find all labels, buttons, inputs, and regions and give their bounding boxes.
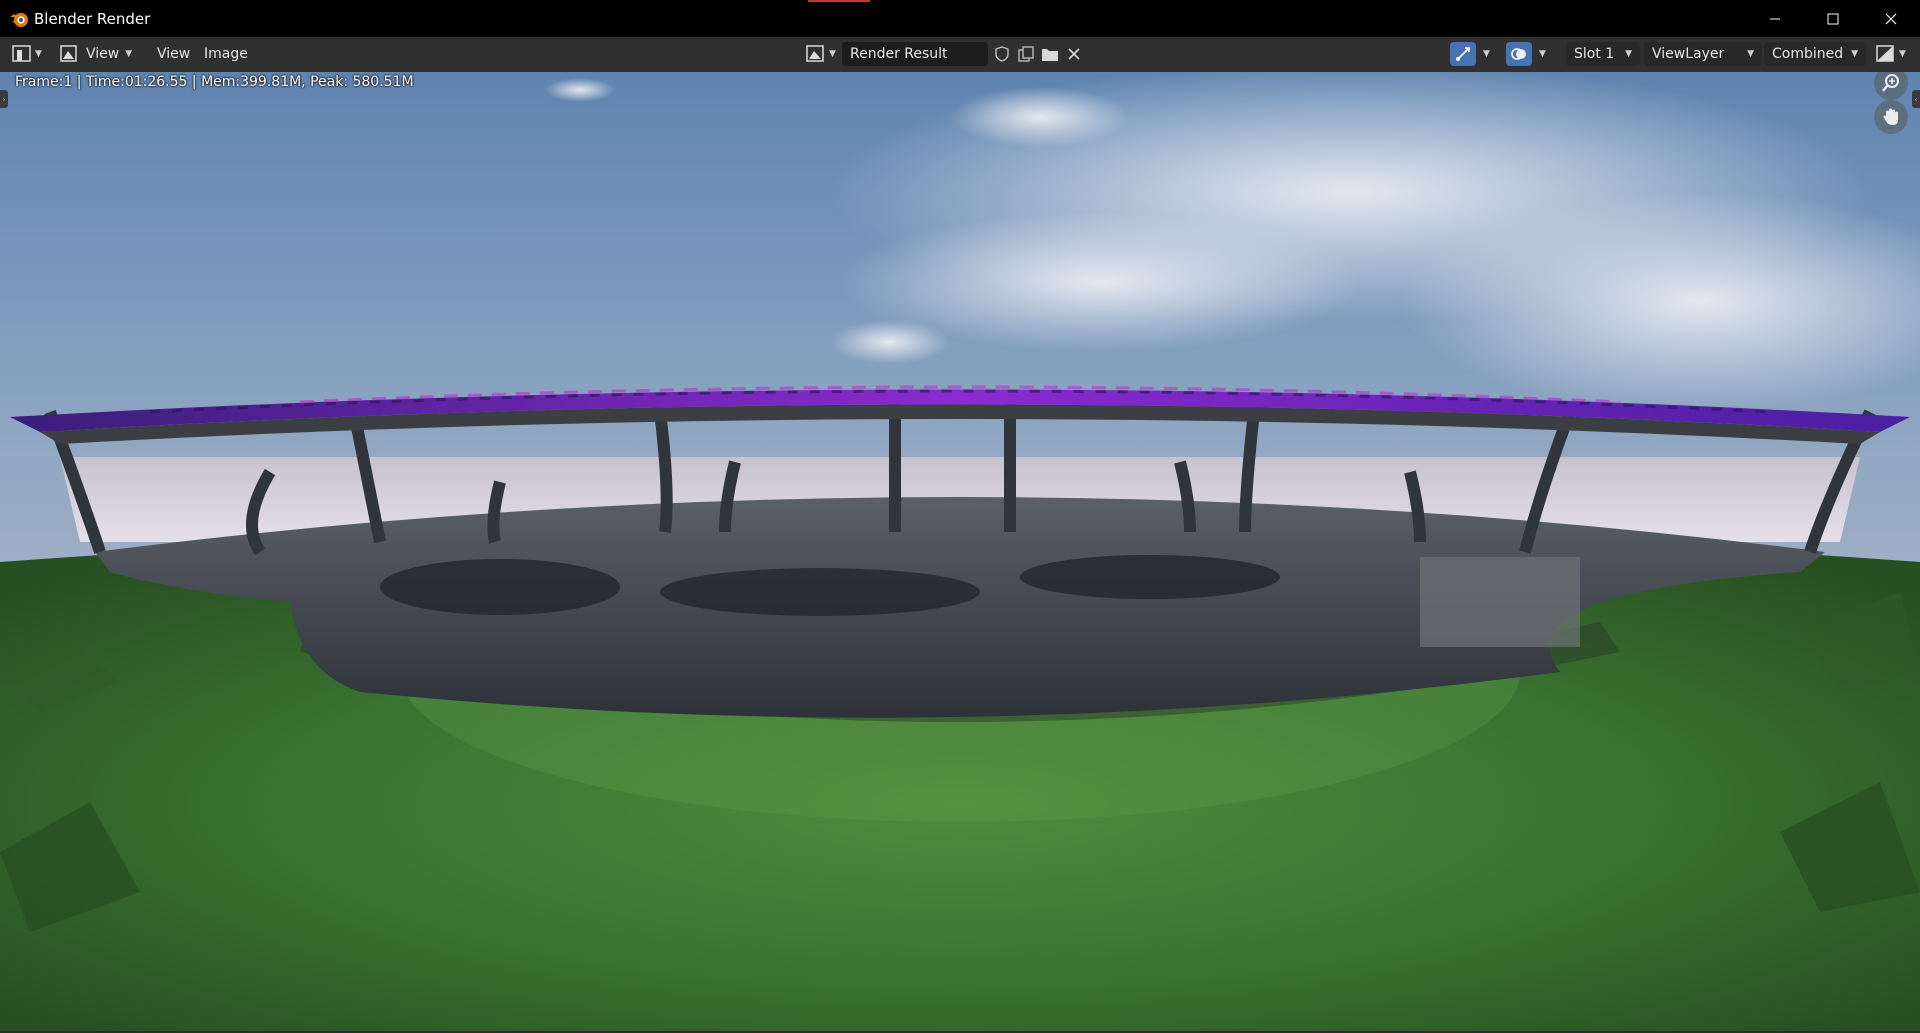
image-editor-icon [12, 45, 31, 62]
menu-view-label: View [157, 46, 191, 62]
slot-dropdown[interactable]: Slot 1 ▼ [1566, 42, 1640, 66]
chevron-down-icon: ▼ [1625, 49, 1632, 59]
chevron-down-icon: ▼ [35, 49, 42, 59]
fake-user-button[interactable] [990, 42, 1014, 66]
gizmo-toggle-button[interactable] [1450, 42, 1476, 66]
gizmo-toggle-group: ▼ [1450, 42, 1490, 66]
overlay-toggle-button[interactable] [1506, 42, 1532, 66]
pan-gizmo[interactable] [1874, 100, 1908, 134]
slot-label: Slot 1 [1574, 46, 1615, 62]
gizmo-toggle-icon [1456, 47, 1470, 61]
render-pass-dropdown[interactable]: Combined ▼ [1764, 42, 1866, 66]
editor-type-selector[interactable]: ▼ [12, 42, 50, 66]
close-icon [1885, 13, 1897, 24]
display-channels-icon [1876, 45, 1894, 62]
render-stats: Frame:1 | Time:01:26.55 | Mem:399.81M, P… [15, 74, 414, 90]
image-datablock-buttons [990, 42, 1086, 66]
window-controls [1746, 0, 1920, 37]
view-mode-label: View [86, 46, 120, 62]
view-layer-dropdown[interactable]: ViewLayer ▼ [1644, 42, 1762, 66]
image-browse-icon [806, 45, 824, 62]
pan-hand-icon [1883, 108, 1898, 125]
sidebar-expand-tab[interactable]: ‹ [1912, 90, 1920, 108]
overlay-toggle-group: ▼ [1506, 42, 1546, 66]
window-title: Blender Render [34, 9, 151, 28]
render-result-image [0, 72, 1920, 1031]
view-layer-label: ViewLayer [1652, 46, 1725, 62]
chevron-down-icon: ▼ [1899, 49, 1906, 59]
menu-view[interactable]: View [157, 42, 190, 66]
view-mode-dropdown[interactable]: View ▼ [60, 42, 132, 66]
minimize-icon [1770, 18, 1780, 19]
image-viewport[interactable]: Frame:1 | Time:01:26.55 | Mem:399.81M, P… [0, 72, 1920, 1031]
duplicate-image-icon [1018, 46, 1034, 62]
image-view-icon [60, 45, 77, 62]
image-name-text: Render Result [850, 46, 948, 62]
chevron-down-icon: ▼ [1747, 49, 1754, 59]
fake-user-shield-icon [995, 46, 1009, 62]
duplicate-image-button[interactable] [1014, 42, 1038, 66]
unlink-image-button[interactable] [1062, 42, 1086, 66]
render-pass-label: Combined [1772, 46, 1844, 62]
zoom-icon [1882, 74, 1899, 92]
maximize-icon [1827, 13, 1839, 24]
toolbar-expand-tab[interactable]: › [0, 90, 8, 108]
open-image-button[interactable] [1038, 42, 1062, 66]
overlay-toggle-icon [1511, 48, 1526, 60]
display-channels-dropdown[interactable]: ▼ [1876, 42, 1906, 66]
chevron-down-icon: ▼ [829, 49, 836, 59]
menu-image[interactable]: Image [204, 42, 248, 66]
open-folder-icon [1042, 49, 1058, 61]
chevron-down-icon[interactable]: ▼ [1539, 49, 1546, 59]
titlebar-accent [808, 0, 870, 2]
image-browse-button[interactable]: ▼ [806, 42, 836, 66]
chevron-down-icon[interactable]: ▼ [1483, 49, 1490, 59]
image-name-field[interactable]: Render Result [842, 42, 988, 66]
window-titlebar: Blender Render [0, 0, 1920, 37]
chevron-down-icon: ▼ [1851, 49, 1858, 59]
chevron-down-icon: ▼ [125, 49, 133, 59]
blender-logo-icon [10, 12, 28, 27]
close-button[interactable] [1862, 0, 1920, 37]
minimize-button[interactable] [1746, 0, 1804, 37]
image-editor-header: ▼ View ▼ View Image ▼ Render Result ▼ ▼ … [0, 37, 1920, 73]
unlink-x-icon [1068, 48, 1080, 60]
menu-image-label: Image [204, 46, 248, 62]
maximize-button[interactable] [1804, 0, 1862, 37]
